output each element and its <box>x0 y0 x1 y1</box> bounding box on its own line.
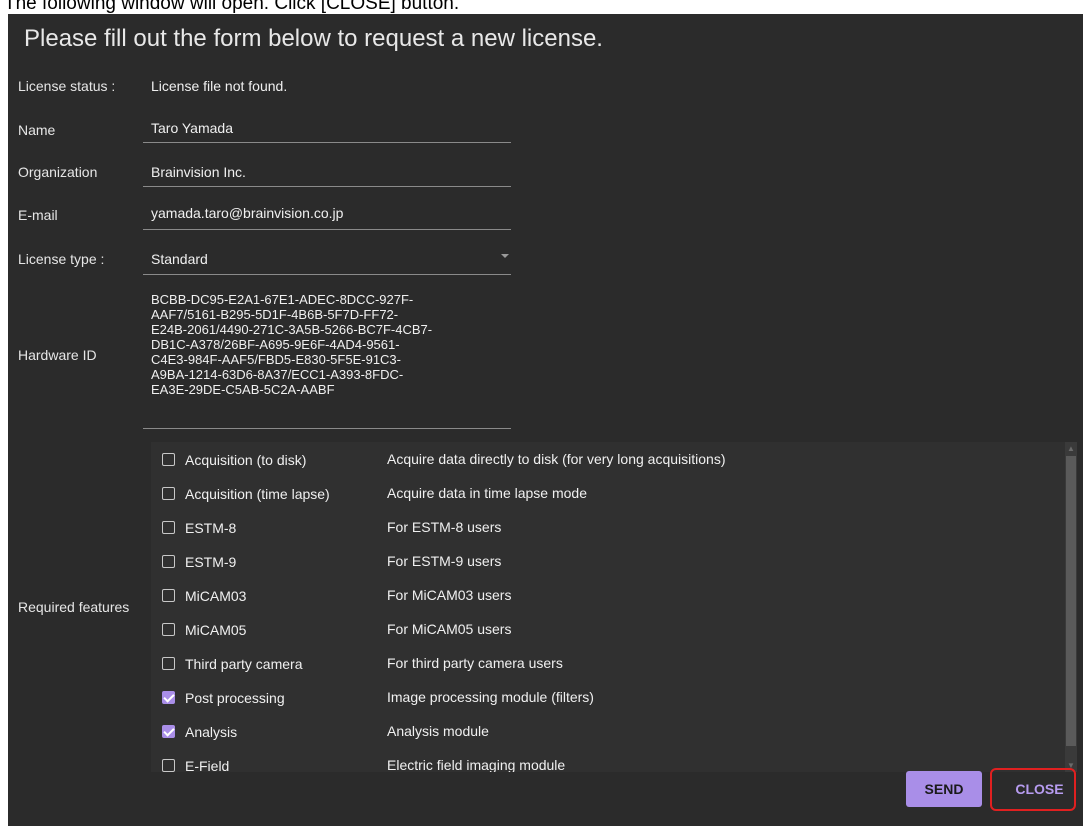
send-button[interactable]: SEND <box>906 771 982 807</box>
license-status-label: License status : <box>18 78 116 94</box>
license-type-underline <box>143 274 511 275</box>
features-scrollbar[interactable]: ▲ ▼ <box>1065 442 1077 772</box>
hardware-id-field[interactable]: BCBB-DC95-E2A1-67E1-ADEC-8DCC-927F- AAF7… <box>151 292 511 397</box>
feature-row[interactable]: ESTM-8 For ESTM-8 users <box>151 514 1056 548</box>
email-label: E-mail <box>18 207 58 223</box>
features-list: Acquisition (to disk) Acquire data direct… <box>151 442 1074 772</box>
feature-name: MiCAM05 <box>185 622 247 638</box>
hardware-id-line: DB1C-A378/26BF-A695-9E6F-4AD4-9561- <box>151 337 400 352</box>
hardware-id-line: E24B-2061/4490-271C-3A5B-5266-BC7F-4CB7- <box>151 322 433 337</box>
feature-checkbox[interactable] <box>162 589 175 602</box>
feature-name: ESTM-8 <box>185 520 237 536</box>
hardware-id-line: AAF7/5161-B295-5D1F-4B6B-5F7D-FF72- <box>151 307 399 322</box>
feature-row[interactable]: Acquisition (to disk) Acquire data direct… <box>151 446 1056 480</box>
feature-description: For ESTM-8 users <box>387 519 502 535</box>
feature-row[interactable]: MiCAM05 For MiCAM05 users <box>151 616 1056 650</box>
hardware-id-label: Hardware ID <box>18 347 97 363</box>
email-field-underline <box>143 229 511 230</box>
organization-field[interactable]: Brainvision Inc. <box>151 164 246 180</box>
hardware-id-line: EA3E-29DE-C5AB-5C2A-AABF <box>151 382 335 397</box>
organization-field-underline <box>143 186 511 187</box>
email-field[interactable]: yamada.taro@brainvision.co.jp <box>151 205 343 221</box>
feature-name: Post processing <box>185 690 285 706</box>
feature-name: Analysis <box>185 724 238 740</box>
close-button[interactable]: CLOSE <box>1001 771 1078 807</box>
scrollbar-thumb[interactable] <box>1066 456 1076 746</box>
feature-name: Acquisition (to disk) <box>185 452 307 468</box>
feature-checkbox[interactable] <box>162 555 175 568</box>
feature-checkbox[interactable] <box>162 623 175 636</box>
hardware-id-line: C4E3-984F-AAF5/FBD5-E830-5F5E-91C3- <box>151 352 401 367</box>
scroll-down-icon[interactable]: ▼ <box>1067 761 1075 770</box>
feature-checkbox[interactable] <box>162 759 175 772</box>
feature-checkbox[interactable] <box>162 521 175 534</box>
instruction-text: The following window will open. Click [C… <box>4 0 460 14</box>
feature-description: Image processing module (filters) <box>387 689 594 705</box>
hardware-id-line: BCBB-DC95-E2A1-67E1-ADEC-8DCC-927F- <box>151 292 414 307</box>
feature-description: For MiCAM05 users <box>387 621 512 637</box>
hardware-id-line: A9BA-1214-63D6-8A37/ECC1-A393-8FDC- <box>151 367 404 382</box>
feature-description: For ESTM-9 users <box>387 553 502 569</box>
feature-name: ESTM-9 <box>185 554 237 570</box>
feature-name: E-Field <box>185 758 230 772</box>
organization-label: Organization <box>18 164 98 180</box>
feature-row[interactable]: Post processing Image processing module (… <box>151 684 1056 718</box>
dialog-title: Please fill out the form below to reques… <box>24 25 603 52</box>
name-field[interactable]: Taro Yamada <box>151 120 233 136</box>
feature-row[interactable]: Acquisition (time lapse) Acquire data in … <box>151 480 1056 514</box>
name-label: Name <box>18 122 56 138</box>
feature-checkbox[interactable] <box>162 487 175 500</box>
feature-row[interactable]: MiCAM03 For MiCAM03 users <box>151 582 1056 616</box>
name-field-underline <box>143 142 511 143</box>
feature-description: Electric field imaging module <box>387 757 566 772</box>
feature-checkbox[interactable] <box>162 453 175 466</box>
feature-description: Acquire data in time lapse mode <box>387 485 587 501</box>
feature-row[interactable]: E-Field Electric field imaging module <box>151 752 1056 772</box>
feature-checkbox[interactable] <box>162 691 175 704</box>
chevron-down-icon[interactable] <box>501 254 509 258</box>
feature-description: Analysis module <box>387 723 489 739</box>
feature-description: For MiCAM03 users <box>387 587 512 603</box>
license-type-select[interactable]: Standard <box>151 251 208 267</box>
license-request-dialog: Please fill out the form below to reques… <box>8 14 1083 826</box>
license-type-label: License type : <box>18 251 105 267</box>
feature-description: Acquire data directly to disk (for very … <box>387 451 726 467</box>
hardware-id-underline <box>143 428 511 429</box>
feature-row[interactable]: ESTM-9 For ESTM-9 users <box>151 548 1056 582</box>
feature-checkbox[interactable] <box>162 725 175 738</box>
feature-name: Third party camera <box>185 656 303 672</box>
scroll-up-icon[interactable]: ▲ <box>1067 444 1075 453</box>
required-features-label: Required features <box>18 599 130 615</box>
feature-name: Acquisition (time lapse) <box>185 486 330 502</box>
feature-description: For third party camera users <box>387 655 563 671</box>
feature-name: MiCAM03 <box>185 588 247 604</box>
feature-checkbox[interactable] <box>162 657 175 670</box>
feature-row[interactable]: Analysis Analysis module <box>151 718 1056 752</box>
license-status-value: License file not found. <box>151 78 288 94</box>
feature-row[interactable]: Third party camera For third party camera… <box>151 650 1056 684</box>
